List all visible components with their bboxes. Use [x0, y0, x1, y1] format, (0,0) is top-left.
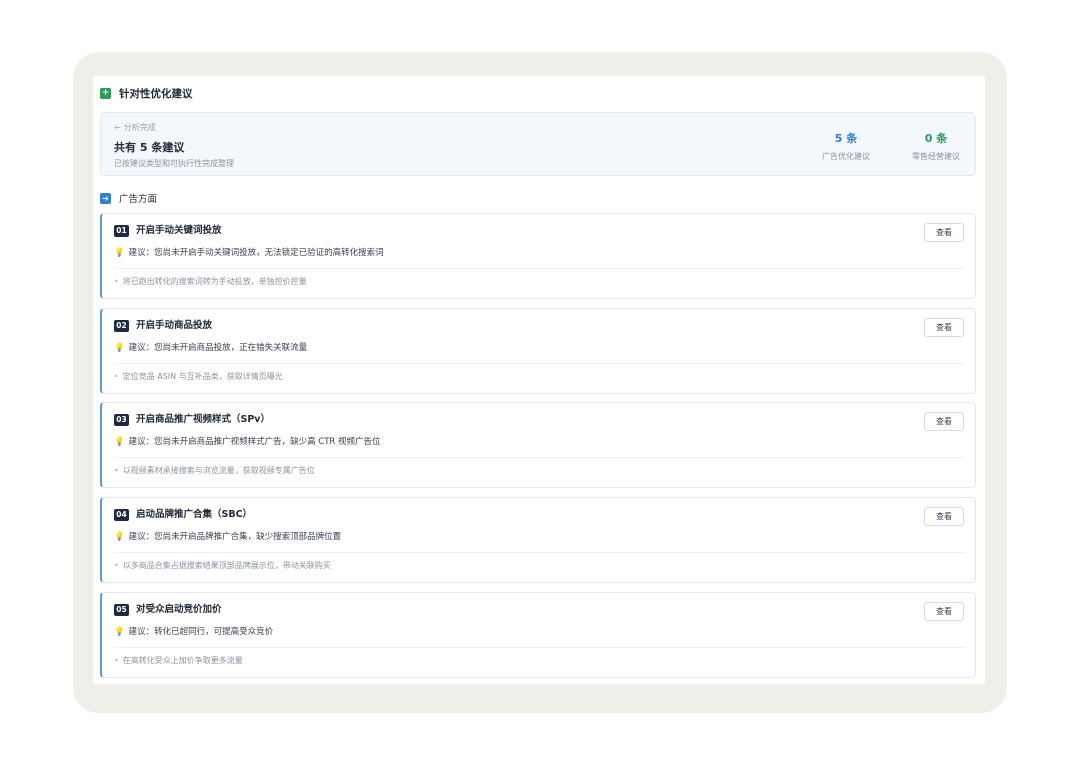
note-text: 定位竞品 ASIN 与互补品类，获取详情页曝光	[122, 372, 283, 381]
suggestion-card-1: 01 开启手动关键词投放 💡 建议：您尚未开启手动关键词投放，无法锁定已验证的高转…	[100, 213, 976, 299]
stat-value: 0 条	[924, 132, 948, 145]
card-divider	[114, 363, 965, 364]
suggestion-card-5: 05 对受众启动竞价加价 💡 建议：转化已超同行，可提高受众竞价 • 在高转化受众上…	[100, 592, 976, 678]
suggestion-text: 建议：您尚未开启品牌推广合集，缺少搜索顶部品牌位置	[128, 532, 342, 542]
card-title: 开启商品推广视频样式（SPv）	[136, 414, 270, 425]
card-divider	[114, 647, 965, 648]
view-button[interactable]: 查看	[924, 412, 964, 431]
card-number-badge: 01	[114, 225, 129, 237]
lightbulb-icon: 💡	[114, 532, 125, 542]
note-text: 在高转化受众上加价争取更多流量	[122, 656, 243, 665]
lightbulb-icon: 💡	[114, 248, 125, 258]
back-arrow-icon: ←	[114, 123, 121, 132]
panel-title: 针对性优化建议	[119, 88, 193, 100]
card-number-badge: 02	[114, 320, 129, 332]
card-suggestion: 💡 建议：您尚未开启商品投放，正在错失关联流量	[114, 342, 307, 354]
bullet-icon: •	[114, 372, 119, 381]
stat-value: 5 条	[834, 132, 858, 145]
bullet-icon: •	[114, 656, 119, 665]
lightbulb-icon: 💡	[114, 343, 125, 353]
suggestion-card-4: 04 启动品牌推广合集（SBC） 💡 建议：您尚未开启品牌推广合集，缺少搜索顶部品…	[100, 497, 976, 583]
card-note: • 定位竞品 ASIN 与互补品类，获取详情页曝光	[114, 371, 283, 383]
section-title: 广告方面	[119, 194, 158, 205]
card-number-badge: 05	[114, 604, 129, 616]
card-title: 启动品牌推广合集（SBC）	[136, 509, 253, 520]
summary-box: ← 分析完成 共有 5 条建议 已按建议类型和可执行性完成整理 5 条 广告优化建…	[100, 112, 976, 176]
suggestion-text: 建议：转化已超同行，可提高受众竞价	[128, 627, 274, 637]
card-suggestion: 💡 建议：您尚未开启品牌推广合集，缺少搜索顶部品牌位置	[114, 531, 341, 543]
card-note: • 在高转化受众上加价争取更多流量	[114, 655, 243, 667]
card-title: 开启手动商品投放	[136, 320, 213, 331]
summary-subtitle: 已按建议类型和可执行性完成整理	[114, 159, 234, 168]
summary-total: 共有 5 条建议	[114, 141, 185, 154]
bullet-icon: •	[114, 561, 119, 570]
card-suggestion: 💡 建议：您尚未开启商品推广视频样式广告，缺少高 CTR 视频广告位	[114, 436, 381, 448]
stat-label: 广告优化建议	[822, 152, 870, 161]
view-button[interactable]: 查看	[924, 223, 964, 242]
stat-label: 零售经营建议	[912, 152, 960, 161]
suggestion-text: 建议：您尚未开启商品推广视频样式广告，缺少高 CTR 视频广告位	[128, 437, 381, 447]
card-number-badge: 03	[114, 414, 129, 426]
card-number-badge: 04	[114, 509, 129, 521]
view-button[interactable]: 查看	[924, 602, 964, 621]
lightbulb-icon: 💡	[114, 437, 125, 447]
suggestion-card-3: 03 开启商品推广视频样式（SPv） 💡 建议：您尚未开启商品推广视频样式广告，缺…	[100, 402, 976, 488]
card-note: • 以视频素材承接搜索与浏览流量，获取视频专属广告位	[114, 465, 315, 477]
note-text: 将已跑出转化的搜索词转为手动投放，单独控价控量	[122, 277, 307, 286]
card-divider	[114, 268, 965, 269]
card-divider	[114, 457, 965, 458]
card-note: • 以多商品合集占据搜索结果顶部品牌展示位，带动关联购买	[114, 560, 331, 572]
section-header: ➜ 广告方面	[100, 191, 157, 205]
view-button[interactable]: 查看	[924, 507, 964, 526]
card-divider	[114, 552, 965, 553]
suggestions-panel: + 针对性优化建议 ← 分析完成 共有 5 条建议 已按建议类型和可执行性完成整理…	[93, 76, 985, 684]
note-text: 以多商品合集占据搜索结果顶部品牌展示位，带动关联购买	[122, 561, 331, 570]
suggestion-text: 建议：您尚未开启商品投放，正在错失关联流量	[128, 343, 308, 353]
outer-frame: + 针对性优化建议 ← 分析完成 共有 5 条建议 已按建议类型和可执行性完成整理…	[73, 52, 1007, 713]
view-button[interactable]: 查看	[924, 318, 964, 337]
stat-ad-suggestions: 5 条 广告优化建议	[806, 130, 886, 162]
analysis-status: ← 分析完成	[114, 122, 156, 133]
card-suggestion: 💡 建议：您尚未开启手动关键词投放，无法锁定已验证的高转化搜索词	[114, 247, 384, 259]
panel-header: + 针对性优化建议	[100, 86, 193, 101]
card-note: • 将已跑出转化的搜索词转为手动投放，单独控价控量	[114, 276, 307, 288]
plus-icon: +	[100, 88, 111, 99]
card-suggestion: 💡 建议：转化已超同行，可提高受众竞价	[114, 626, 273, 638]
status-text: 分析完成	[123, 123, 156, 132]
stat-retail-suggestions: 0 条 零售经营建议	[896, 130, 976, 162]
bullet-icon: •	[114, 277, 119, 286]
card-title: 开启手动关键词投放	[136, 225, 222, 236]
bullet-icon: •	[114, 466, 119, 475]
suggestion-text: 建议：您尚未开启手动关键词投放，无法锁定已验证的高转化搜索词	[128, 248, 384, 258]
suggestion-card-2: 02 开启手动商品投放 💡 建议：您尚未开启商品投放，正在错失关联流量 • 定位竞品…	[100, 308, 976, 394]
lightbulb-icon: 💡	[114, 627, 125, 637]
note-text: 以视频素材承接搜索与浏览流量，获取视频专属广告位	[122, 466, 315, 475]
arrow-right-icon: ➜	[100, 192, 111, 204]
card-title: 对受众启动竞价加价	[136, 604, 222, 615]
